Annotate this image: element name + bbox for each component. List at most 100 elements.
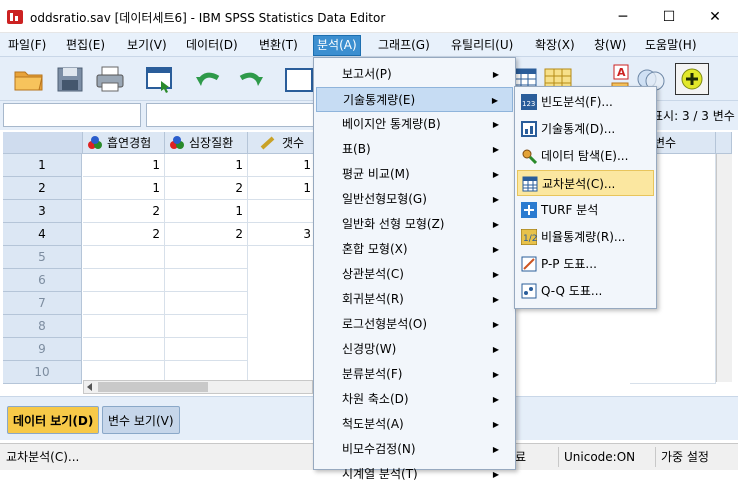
menu-item-dimension-reduction[interactable]: 차원 축소(D) ▶: [316, 387, 513, 412]
menu-item-correlate[interactable]: 상관분석(C) ▶: [316, 262, 513, 287]
goto-case-icon[interactable]: [282, 63, 316, 95]
recall-dialog-icon[interactable]: [143, 63, 177, 95]
row-header[interactable]: 7: [3, 292, 82, 315]
horizontal-scrollbar[interactable]: [83, 380, 313, 394]
row-header[interactable]: 1: [3, 154, 82, 177]
crosstabs-icon: [522, 176, 538, 192]
data-cell[interactable]: 1: [83, 177, 165, 200]
menu-item-explore[interactable]: 데이터 탐색(E)...: [517, 143, 654, 169]
data-cell[interactable]: 2: [165, 223, 248, 246]
menu-view[interactable]: 보기(V): [124, 36, 170, 55]
menu-item-neural-networks[interactable]: 신경망(W) ▶: [316, 337, 513, 362]
data-cell[interactable]: 3: [248, 223, 316, 246]
column-header-heart[interactable]: 심장질환: [165, 132, 248, 154]
data-cell[interactable]: [165, 315, 248, 338]
cell-value-field[interactable]: [146, 103, 316, 127]
data-cell[interactable]: [248, 200, 316, 223]
vertical-scrollbar[interactable]: [716, 154, 732, 382]
column-header-smoking[interactable]: 흡연경험: [83, 132, 165, 154]
data-cell[interactable]: [83, 246, 165, 269]
menu-item-glm[interactable]: 일반선형모형(G) ▶: [316, 187, 513, 212]
scroll-thumb[interactable]: [98, 382, 208, 392]
menu-item-descriptives[interactable]: 기술통계(D)...: [517, 116, 654, 142]
menu-item-turf[interactable]: TURF 분석: [517, 197, 654, 223]
menu-item-time-series[interactable]: 시계열 분석(T) ▶: [316, 462, 513, 487]
row-header[interactable]: 3: [3, 200, 82, 223]
menu-item-classify[interactable]: 분류분석(F) ▶: [316, 362, 513, 387]
submenu-arrow-icon: ▶: [492, 470, 499, 479]
data-cell[interactable]: [83, 338, 165, 361]
menu-utilities[interactable]: 유틸리티(U): [448, 36, 516, 55]
explore-icon: [522, 149, 537, 164]
column-header-count[interactable]: 갯수: [248, 132, 316, 154]
row-header[interactable]: 2: [3, 177, 82, 200]
data-cell[interactable]: 1: [248, 177, 316, 200]
data-cell[interactable]: [165, 292, 248, 315]
data-cell[interactable]: [83, 269, 165, 292]
menu-data[interactable]: 데이터(D): [183, 36, 241, 55]
menu-edit[interactable]: 편집(E): [63, 36, 108, 55]
tab-variable-view[interactable]: 변수 보기(V): [102, 406, 180, 434]
row-header[interactable]: 8: [3, 315, 82, 338]
data-cell[interactable]: [83, 315, 165, 338]
undo-icon[interactable]: [192, 63, 226, 95]
menu-item-tables[interactable]: 표(B) ▶: [316, 137, 513, 162]
corner-cell[interactable]: [3, 132, 83, 154]
submenu-arrow-icon: ▶: [492, 295, 499, 304]
data-cell[interactable]: 2: [83, 223, 165, 246]
print-icon[interactable]: [93, 63, 127, 95]
menu-window[interactable]: 창(W): [591, 36, 629, 55]
menu-graphs[interactable]: 그래프(G): [375, 36, 433, 55]
menu-item-descriptive-statistics[interactable]: 기술통계량(E) ▶: [316, 87, 513, 112]
data-cell[interactable]: 1: [165, 200, 248, 223]
menu-analyze[interactable]: 분석(A): [313, 35, 361, 56]
svg-text:A: A: [617, 66, 626, 79]
menu-item-compare-means[interactable]: 평균 비교(M) ▶: [316, 162, 513, 187]
svg-text:123: 123: [522, 100, 535, 108]
row-header[interactable]: 9: [3, 338, 82, 361]
menu-transform[interactable]: 변환(T): [256, 36, 301, 55]
menu-item-label: 평균 비교(M): [342, 167, 410, 181]
open-folder-icon[interactable]: [12, 63, 46, 95]
menu-item-frequencies[interactable]: 123 빈도분석(F)...: [517, 89, 654, 115]
minimize-button[interactable]: ─: [600, 0, 646, 33]
menu-item-ratio[interactable]: 1/2 비율통계량(R)...: [517, 224, 654, 250]
close-button[interactable]: ✕: [692, 0, 738, 33]
data-cell[interactable]: 2: [165, 177, 248, 200]
row-header[interactable]: 4: [3, 223, 82, 246]
menu-item-scale[interactable]: 척도분석(A) ▶: [316, 412, 513, 437]
menu-item-bayesian[interactable]: 베이지안 통계량(B) ▶: [316, 112, 513, 137]
tab-data-view[interactable]: 데이터 보기(D): [7, 406, 100, 434]
menu-item-label: 일반화 선형 모형(Z): [342, 217, 445, 231]
add-button[interactable]: [675, 63, 709, 95]
row-header[interactable]: 6: [3, 269, 82, 292]
data-cell[interactable]: [165, 269, 248, 292]
menu-help[interactable]: 도움말(H): [642, 36, 700, 55]
data-cell[interactable]: 2: [83, 200, 165, 223]
menu-extensions[interactable]: 확장(X): [532, 36, 578, 55]
menu-item-reports[interactable]: 보고서(P) ▶: [316, 62, 513, 87]
menu-item-mixed-models[interactable]: 혼합 모형(X) ▶: [316, 237, 513, 262]
data-cell[interactable]: 1: [165, 154, 248, 177]
data-cell[interactable]: [165, 246, 248, 269]
row-header[interactable]: 5: [3, 246, 82, 269]
data-cell[interactable]: 1: [83, 154, 165, 177]
menu-item-pp-plot[interactable]: P-P 도표...: [517, 251, 654, 277]
cell-reference-field[interactable]: [3, 103, 141, 127]
data-cell[interactable]: 1: [248, 154, 316, 177]
menu-file[interactable]: 파일(F): [5, 36, 49, 55]
menu-item-generalized-linear[interactable]: 일반화 선형 모형(Z) ▶: [316, 212, 513, 237]
menu-item-crosstabs[interactable]: 교차분석(C)...: [517, 170, 654, 196]
scroll-left-icon[interactable]: [85, 382, 95, 392]
maximize-button[interactable]: ☐: [646, 0, 692, 33]
row-header[interactable]: 10: [3, 361, 82, 384]
redo-icon[interactable]: [233, 63, 267, 95]
menu-item-regression[interactable]: 회귀분석(R) ▶: [316, 287, 513, 312]
data-cell[interactable]: [165, 338, 248, 361]
save-icon[interactable]: [53, 63, 87, 95]
data-cell[interactable]: [83, 292, 165, 315]
nominal-variable-icon: [170, 136, 184, 149]
menu-item-loglinear[interactable]: 로그선형분석(O) ▶: [316, 312, 513, 337]
menu-item-qq-plot[interactable]: Q-Q 도표...: [517, 278, 654, 304]
menu-item-nonparametric[interactable]: 비모수검정(N) ▶: [316, 437, 513, 462]
